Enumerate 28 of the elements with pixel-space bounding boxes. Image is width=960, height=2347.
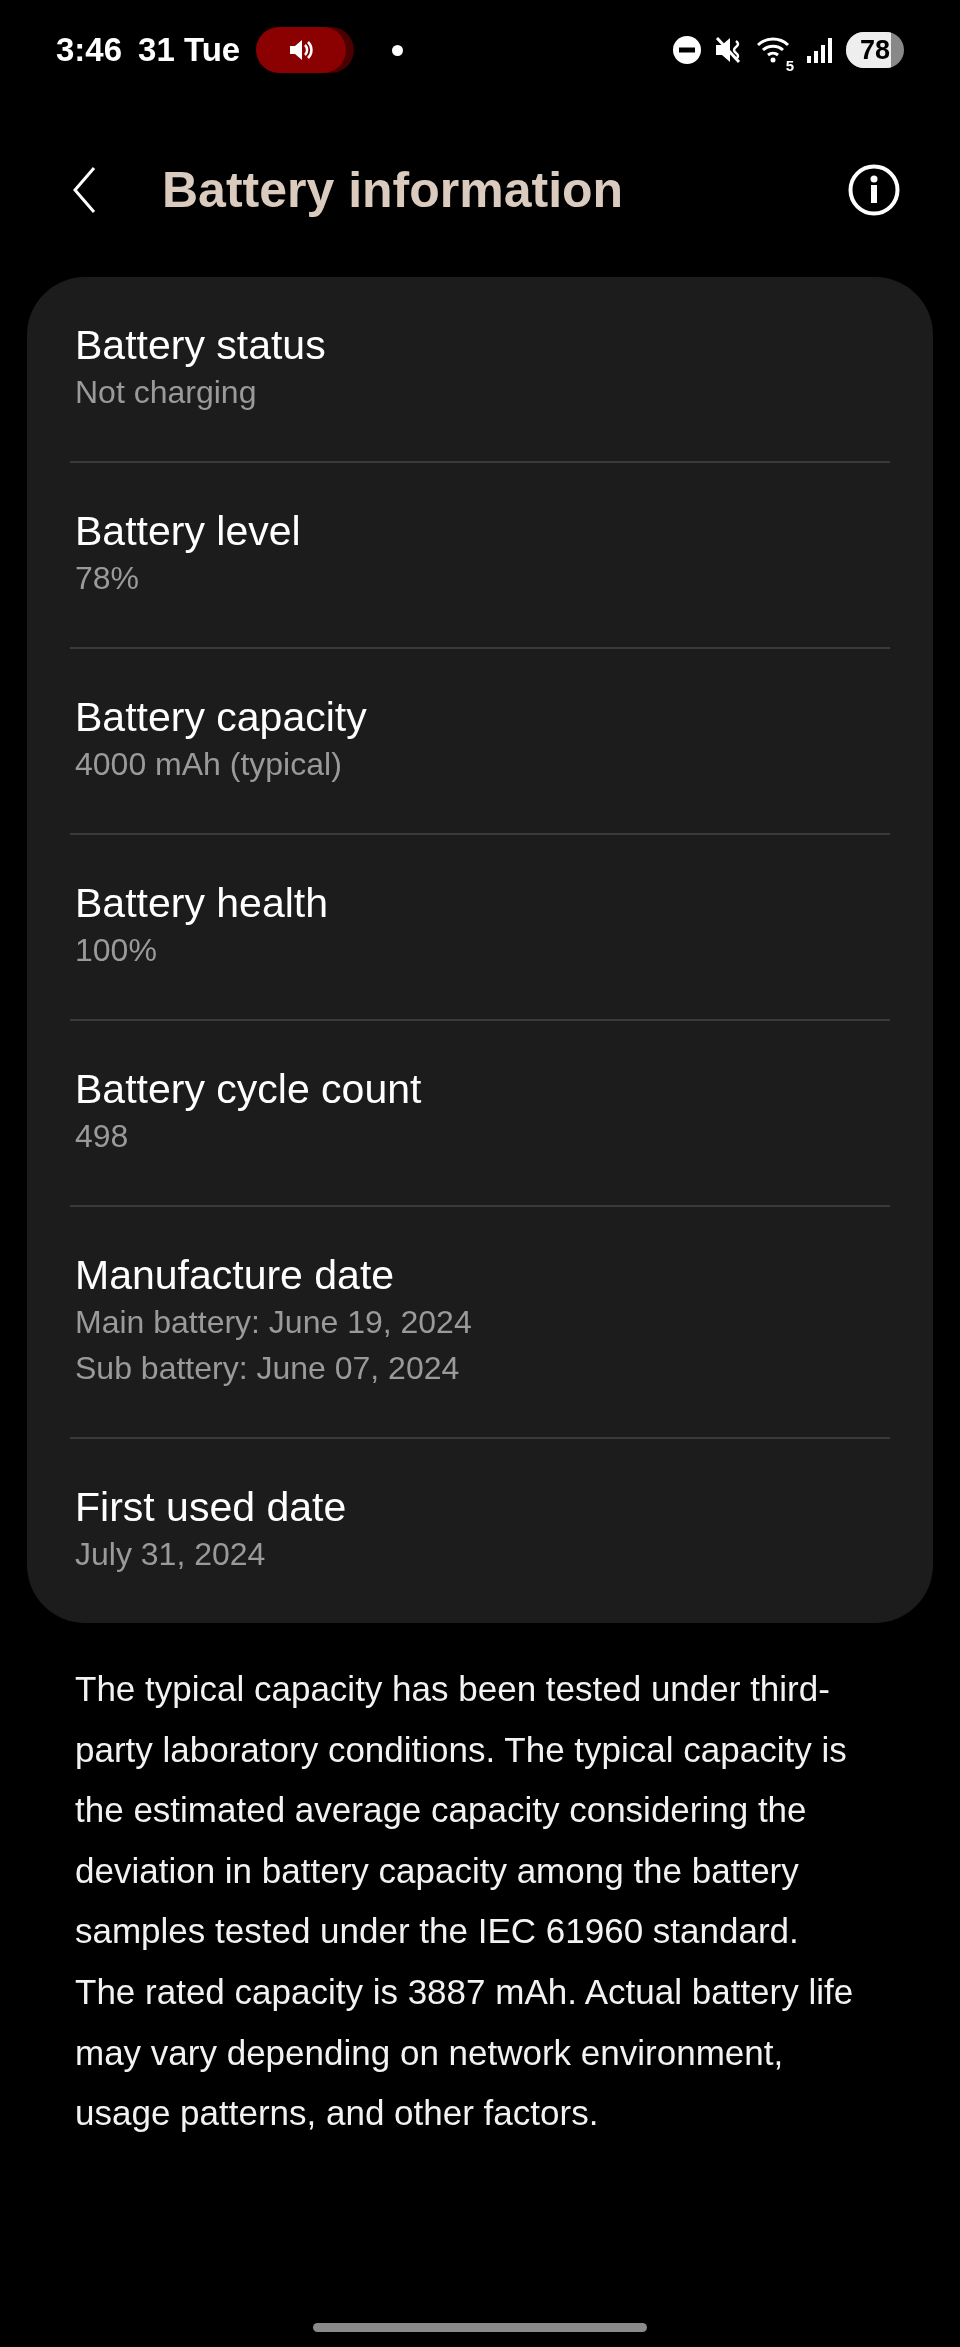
battery-indicator: 78 [846, 32, 904, 68]
row-title: Battery health [75, 879, 328, 927]
clock-time: 3:46 [56, 31, 123, 69]
row-title: Battery capacity [75, 693, 367, 741]
row-value: Sub battery: June 07, 2024 [75, 1349, 460, 1388]
row-value: Not charging [75, 373, 257, 412]
row-value: Main battery: June 19, 2024 [75, 1303, 472, 1342]
row-title: Battery cycle count [75, 1065, 422, 1113]
row-title: Manufacture date [75, 1251, 395, 1299]
row-value: 498 [75, 1117, 129, 1156]
notification-dot [392, 44, 404, 56]
row-title: First used date [75, 1483, 347, 1531]
row-value: 100% [75, 931, 157, 970]
info-icon[interactable] [848, 164, 900, 216]
wifi-band-label: 5 [785, 56, 794, 74]
date-text: 31 Tue [138, 31, 241, 69]
capacity-note: The typical capacity has been tested under third-party laboratory conditions. The typical capacity is the estimated average capacity considering the deviation in battery capacity among the battery samples tested under the IEC 61960 standard. The rated capacity is 3887 mAh. Actual battery life may vary depending on network environment, usage patterns, and other factors. [75, 1668, 855, 2135]
row-value: July 31, 2024 [75, 1535, 266, 1574]
page-title: Battery information [162, 161, 624, 219]
row-value: 78% [75, 559, 140, 598]
row-value: 4000 mAh (typical) [75, 745, 342, 784]
row-title: Battery level [75, 507, 301, 555]
gesture-handle[interactable] [313, 2323, 647, 2332]
speaker-icon [288, 37, 315, 63]
row-title: Battery status [75, 321, 326, 369]
back-icon[interactable] [72, 166, 96, 214]
do-not-disturb-icon [671, 35, 702, 65]
signal-icon [806, 36, 834, 64]
